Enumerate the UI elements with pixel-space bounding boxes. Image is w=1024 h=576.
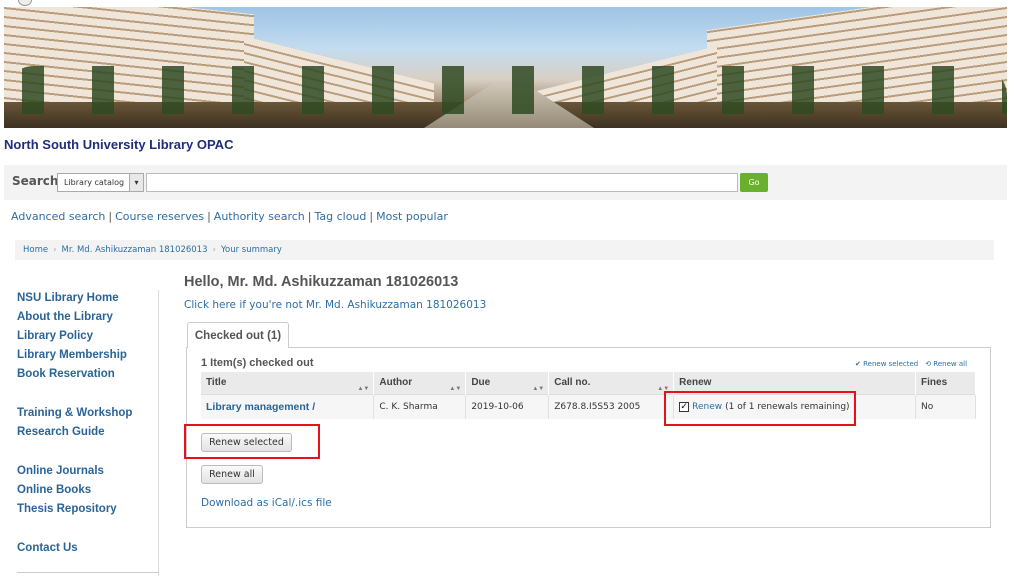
sidebar-nav: NSU Library Home About the Library Libra…: [17, 290, 159, 576]
column-header-title[interactable]: Title ▲▼: [201, 372, 375, 394]
sort-icon[interactable]: ▲▼: [357, 386, 369, 392]
breadcrumb-home[interactable]: Home: [23, 245, 48, 255]
most-popular-link[interactable]: Most popular: [376, 210, 448, 223]
call-no-cell: Z678.8.I5S53 2005: [548, 393, 675, 419]
sidebar-item-thesis-repository[interactable]: Thesis Repository: [17, 503, 117, 515]
column-header-fines: Fines: [915, 372, 976, 394]
table-header-row: Title ▲▼ Author ▲▼ Due ▲▼ Call no. ▲▼ Renew …: [201, 372, 976, 394]
tab-checked-out[interactable]: Checked out (1): [187, 322, 289, 348]
breadcrumb-summary[interactable]: Your summary: [221, 245, 282, 255]
search-scope-select[interactable]: Library catalog ▾: [57, 173, 144, 192]
column-header-due[interactable]: Due ▲▼: [465, 372, 550, 394]
renew-selected-link[interactable]: ✔ Renew selected: [855, 360, 918, 368]
search-bar: Search Library catalog ▾ Go: [4, 165, 1007, 200]
due-cell: 2019-10-06: [465, 393, 550, 419]
download-ical-link[interactable]: Download as iCal/.ics file: [201, 497, 332, 509]
site-title[interactable]: North South University Library OPAC: [4, 137, 233, 152]
opac-page: North South University Library OPAC Sear…: [0, 0, 1024, 576]
go-button[interactable]: Go: [740, 173, 768, 192]
quick-links: Advanced search | Course reserves | Authorit…: [11, 210, 448, 223]
renew-all-button[interactable]: Renew all: [201, 465, 263, 484]
globe-icon: [18, 0, 32, 6]
sort-icon[interactable]: ▲▼: [449, 386, 461, 392]
sidebar-item-online-books[interactable]: Online Books: [17, 484, 91, 496]
sidebar-item-book-reservation[interactable]: Book Reservation: [17, 368, 115, 380]
sidebar-item-contact-us[interactable]: Contact Us: [17, 542, 78, 554]
sidebar-item-library-membership[interactable]: Library Membership: [17, 349, 127, 361]
column-header-author[interactable]: Author ▲▼: [373, 372, 467, 394]
campus-banner-image: [4, 7, 1007, 128]
sidebar-item-online-journals[interactable]: Online Journals: [17, 465, 104, 477]
highlight-box-renew-checkbox: [664, 391, 856, 426]
checkouts-table: Title ▲▼ Author ▲▼ Due ▲▼ Call no. ▲▼ Renew …: [201, 372, 976, 419]
advanced-search-link[interactable]: Advanced search: [11, 210, 105, 223]
title-link[interactable]: Library management /: [206, 401, 315, 413]
sidebar-item-research-guide[interactable]: Research Guide: [17, 426, 105, 438]
items-count: 1 Item(s) checked out: [201, 357, 314, 369]
sidebar-item-training-workshop[interactable]: Training & Workshop: [17, 407, 132, 419]
search-input[interactable]: [146, 173, 738, 192]
sidebar-item-nsu-library-home[interactable]: NSU Library Home: [17, 292, 119, 304]
search-label: Search: [12, 174, 59, 188]
fines-cell: No: [915, 393, 976, 419]
course-reserves-link[interactable]: Course reserves: [115, 210, 204, 223]
breadcrumb: Home › Mr. Md. Ashikuzzaman 181026013 › Your…: [15, 240, 994, 260]
authority-search-link[interactable]: Authority search: [214, 210, 305, 223]
renew-all-link[interactable]: ⟲ Renew all: [925, 360, 967, 368]
breadcrumb-user[interactable]: Mr. Md. Ashikuzzaman 181026013: [62, 245, 208, 255]
chevron-down-icon[interactable]: ▾: [129, 174, 143, 191]
not-you-link[interactable]: Click here if you're not Mr. Md. Ashikuz…: [184, 299, 486, 311]
column-header-call-no[interactable]: Call no. ▲▼: [548, 372, 675, 394]
author-cell: C. K. Sharma: [373, 393, 467, 419]
search-scope-value: Library catalog: [64, 178, 125, 187]
sort-icon[interactable]: ▲▼: [532, 386, 544, 392]
sidebar-item-library-policy[interactable]: Library Policy: [17, 330, 93, 342]
sidebar-item-about-library[interactable]: About the Library: [17, 311, 113, 323]
table-row: Library management / C. K. Sharma 2019-1…: [201, 393, 976, 419]
tag-cloud-link[interactable]: Tag cloud: [314, 210, 366, 223]
renew-toolbar: ✔ Renew selected ⟲ Renew all: [855, 360, 967, 368]
sidebar-divider: [17, 572, 159, 573]
highlight-box-renew-selected: [184, 424, 320, 459]
page-title: Hello, Mr. Md. Ashikuzzaman 181026013: [184, 274, 459, 290]
